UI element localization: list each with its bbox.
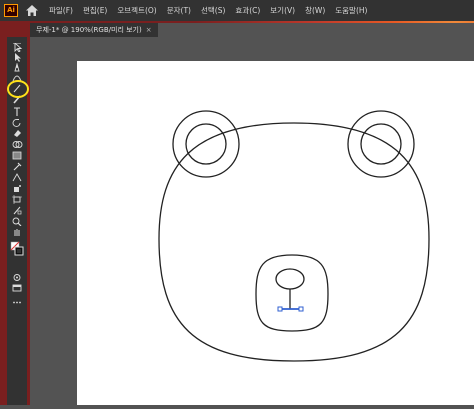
muzzle-outline xyxy=(255,254,329,332)
gradient-tool[interactable] xyxy=(10,151,24,160)
menu-effect[interactable]: 효과(C) xyxy=(235,5,260,16)
head-outline xyxy=(158,122,430,362)
left-ear-inner xyxy=(185,123,227,165)
menu-object[interactable]: 오브젝트(O) xyxy=(117,5,156,16)
app-logo: Ai xyxy=(4,4,18,17)
menu-bar: Ai 파일(F) 편집(E) 오브젝트(O) 문자(T) 선택(S) 효과(C)… xyxy=(0,0,474,21)
artboard[interactable] xyxy=(77,61,474,405)
bear-face-drawing[interactable] xyxy=(77,61,474,405)
direct-selection-tool[interactable] xyxy=(10,53,24,62)
draw-mode[interactable] xyxy=(10,273,24,282)
menu-select[interactable]: 선택(S) xyxy=(201,5,225,16)
document-tab-title: 무제-1* @ 190%(RGB/미리 보기) xyxy=(36,26,142,34)
menu-help[interactable]: 도움말(H) xyxy=(335,5,367,16)
anchor-left xyxy=(277,306,283,312)
menu-type[interactable]: 문자(T) xyxy=(167,5,191,16)
symbol-sprayer-tool[interactable] xyxy=(10,184,24,193)
menu-edit[interactable]: 편집(E) xyxy=(83,5,107,16)
menu-view[interactable]: 보기(V) xyxy=(270,5,295,16)
fill-stroke-swatch[interactable] xyxy=(10,240,24,260)
selection-tool[interactable] xyxy=(10,43,24,52)
document-tab[interactable]: 무제-1* @ 190%(RGB/미리 보기) × xyxy=(30,23,158,37)
artboard-tool[interactable] xyxy=(10,195,24,204)
menu-window[interactable]: 창(W) xyxy=(305,5,325,16)
type-tool[interactable] xyxy=(10,107,24,116)
width-tool[interactable] xyxy=(10,173,24,182)
close-icon[interactable]: × xyxy=(146,23,152,37)
rotate-tool[interactable] xyxy=(10,118,24,127)
canvas-area[interactable] xyxy=(30,37,474,405)
shape-builder-tool[interactable] xyxy=(10,140,24,149)
more-tools[interactable] xyxy=(10,298,24,307)
nose xyxy=(275,268,305,290)
right-ear-inner xyxy=(360,123,402,165)
slice-tool[interactable] xyxy=(10,206,24,215)
zoom-tool[interactable] xyxy=(10,217,24,226)
home-icon[interactable] xyxy=(25,4,39,17)
menu-file[interactable]: 파일(F) xyxy=(49,5,73,16)
pen-tool[interactable] xyxy=(10,63,24,72)
eyedropper-tool[interactable] xyxy=(10,162,24,171)
document-tab-bar: 무제-1* @ 190%(RGB/미리 보기) × xyxy=(30,23,474,37)
anchor-right xyxy=(298,306,304,312)
screen-mode[interactable] xyxy=(10,284,24,293)
right-ear-outer xyxy=(347,110,415,178)
left-ear-outer xyxy=(172,110,240,178)
eraser-tool[interactable] xyxy=(10,129,24,138)
highlight-ring xyxy=(7,80,29,98)
hand-tool[interactable] xyxy=(10,228,24,237)
